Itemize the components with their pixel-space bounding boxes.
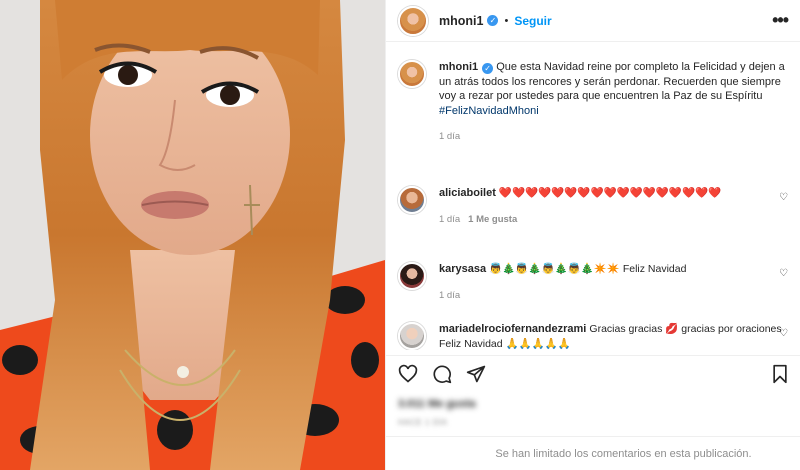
- comment-row: karysasa 👼🎄👼🎄👼🎄👼🎄✴️✴️ Feliz Navidad 1 dí…: [398, 262, 788, 303]
- more-options-icon[interactable]: •••: [772, 10, 789, 31]
- comment-likes[interactable]: 1 Me gusta: [468, 214, 517, 225]
- comment-body: aliciaboilet ❤️❤️❤️❤️❤️❤️❤️❤️❤️❤️❤️❤️❤️❤…: [439, 186, 788, 227]
- avatar[interactable]: [398, 186, 426, 214]
- avatar[interactable]: [398, 60, 426, 88]
- heart-icon[interactable]: [398, 364, 418, 384]
- separator-dot: •: [504, 14, 509, 27]
- verified-badge-icon: ✓: [482, 63, 494, 74]
- comments-list[interactable]: mhoni1 ✓ Que esta Navidad reine por compl…: [386, 50, 800, 350]
- comment-body: mariadelrociofernandezrami Gracias graci…: [439, 322, 788, 350]
- caption-hashtag[interactable]: #FelizNavidadMhoni: [439, 105, 539, 117]
- caption-username[interactable]: mhoni1: [439, 61, 478, 73]
- caption-time: 1 día: [439, 131, 461, 142]
- avatar[interactable]: [398, 322, 426, 350]
- avatar[interactable]: [398, 262, 426, 290]
- comments-limited-notice: Se han limitado los comentarios en esta …: [386, 436, 800, 470]
- comment-meta: 1 día 1 Me gusta: [439, 213, 788, 228]
- comment-text: ❤️❤️❤️❤️❤️❤️❤️❤️❤️❤️❤️❤️❤️❤️❤️❤️❤️: [498, 187, 722, 199]
- header-username[interactable]: mhoni1: [439, 14, 483, 28]
- bookmark-icon[interactable]: [771, 364, 789, 384]
- caption-row: mhoni1 ✓ Que esta Navidad reine por compl…: [398, 60, 788, 145]
- comment-row: mariadelrociofernandezrami Gracias graci…: [398, 322, 788, 350]
- verified-badge-icon: ✓: [487, 15, 499, 26]
- comment-username[interactable]: aliciaboilet: [439, 187, 496, 199]
- post-header: mhoni1 ✓ • Seguir •••: [386, 0, 800, 42]
- instagram-post: mhoni1 ✓ • Seguir ••• mhoni1 ✓ Que esta N…: [0, 0, 800, 470]
- post-actions: [386, 355, 800, 391]
- follow-button[interactable]: Seguir: [514, 14, 551, 28]
- share-icon[interactable]: [466, 364, 486, 384]
- comment-time: 1 día: [439, 213, 461, 225]
- like-comment-heart-icon[interactable]: ♡: [779, 268, 788, 279]
- comment-time: 1 día: [439, 289, 461, 301]
- comment-row: aliciaboilet ❤️❤️❤️❤️❤️❤️❤️❤️❤️❤️❤️❤️❤️❤…: [398, 186, 788, 227]
- comment-icon[interactable]: [432, 364, 452, 384]
- post-photo[interactable]: [0, 0, 385, 470]
- avatar[interactable]: [398, 5, 428, 36]
- post-date: HACE 1 DÍA: [398, 418, 448, 427]
- post-panel: mhoni1 ✓ • Seguir ••• mhoni1 ✓ Que esta N…: [385, 0, 800, 470]
- comment-username[interactable]: karysasa: [439, 263, 486, 275]
- comment-username[interactable]: mariadelrociofernandezrami: [439, 323, 586, 335]
- like-comment-heart-icon[interactable]: ♡: [779, 192, 788, 203]
- comment-text: 👼🎄👼🎄👼🎄👼🎄✴️✴️ Feliz Navidad: [489, 263, 687, 275]
- like-comment-heart-icon[interactable]: ♡: [779, 328, 788, 339]
- comment-body: karysasa 👼🎄👼🎄👼🎄👼🎄✴️✴️ Feliz Navidad 1 dí…: [439, 262, 788, 303]
- portrait-illustration: [0, 0, 385, 470]
- likes-count[interactable]: 3.011 Me gusta: [398, 398, 476, 410]
- caption-body: mhoni1 ✓ Que esta Navidad reine por compl…: [439, 60, 788, 145]
